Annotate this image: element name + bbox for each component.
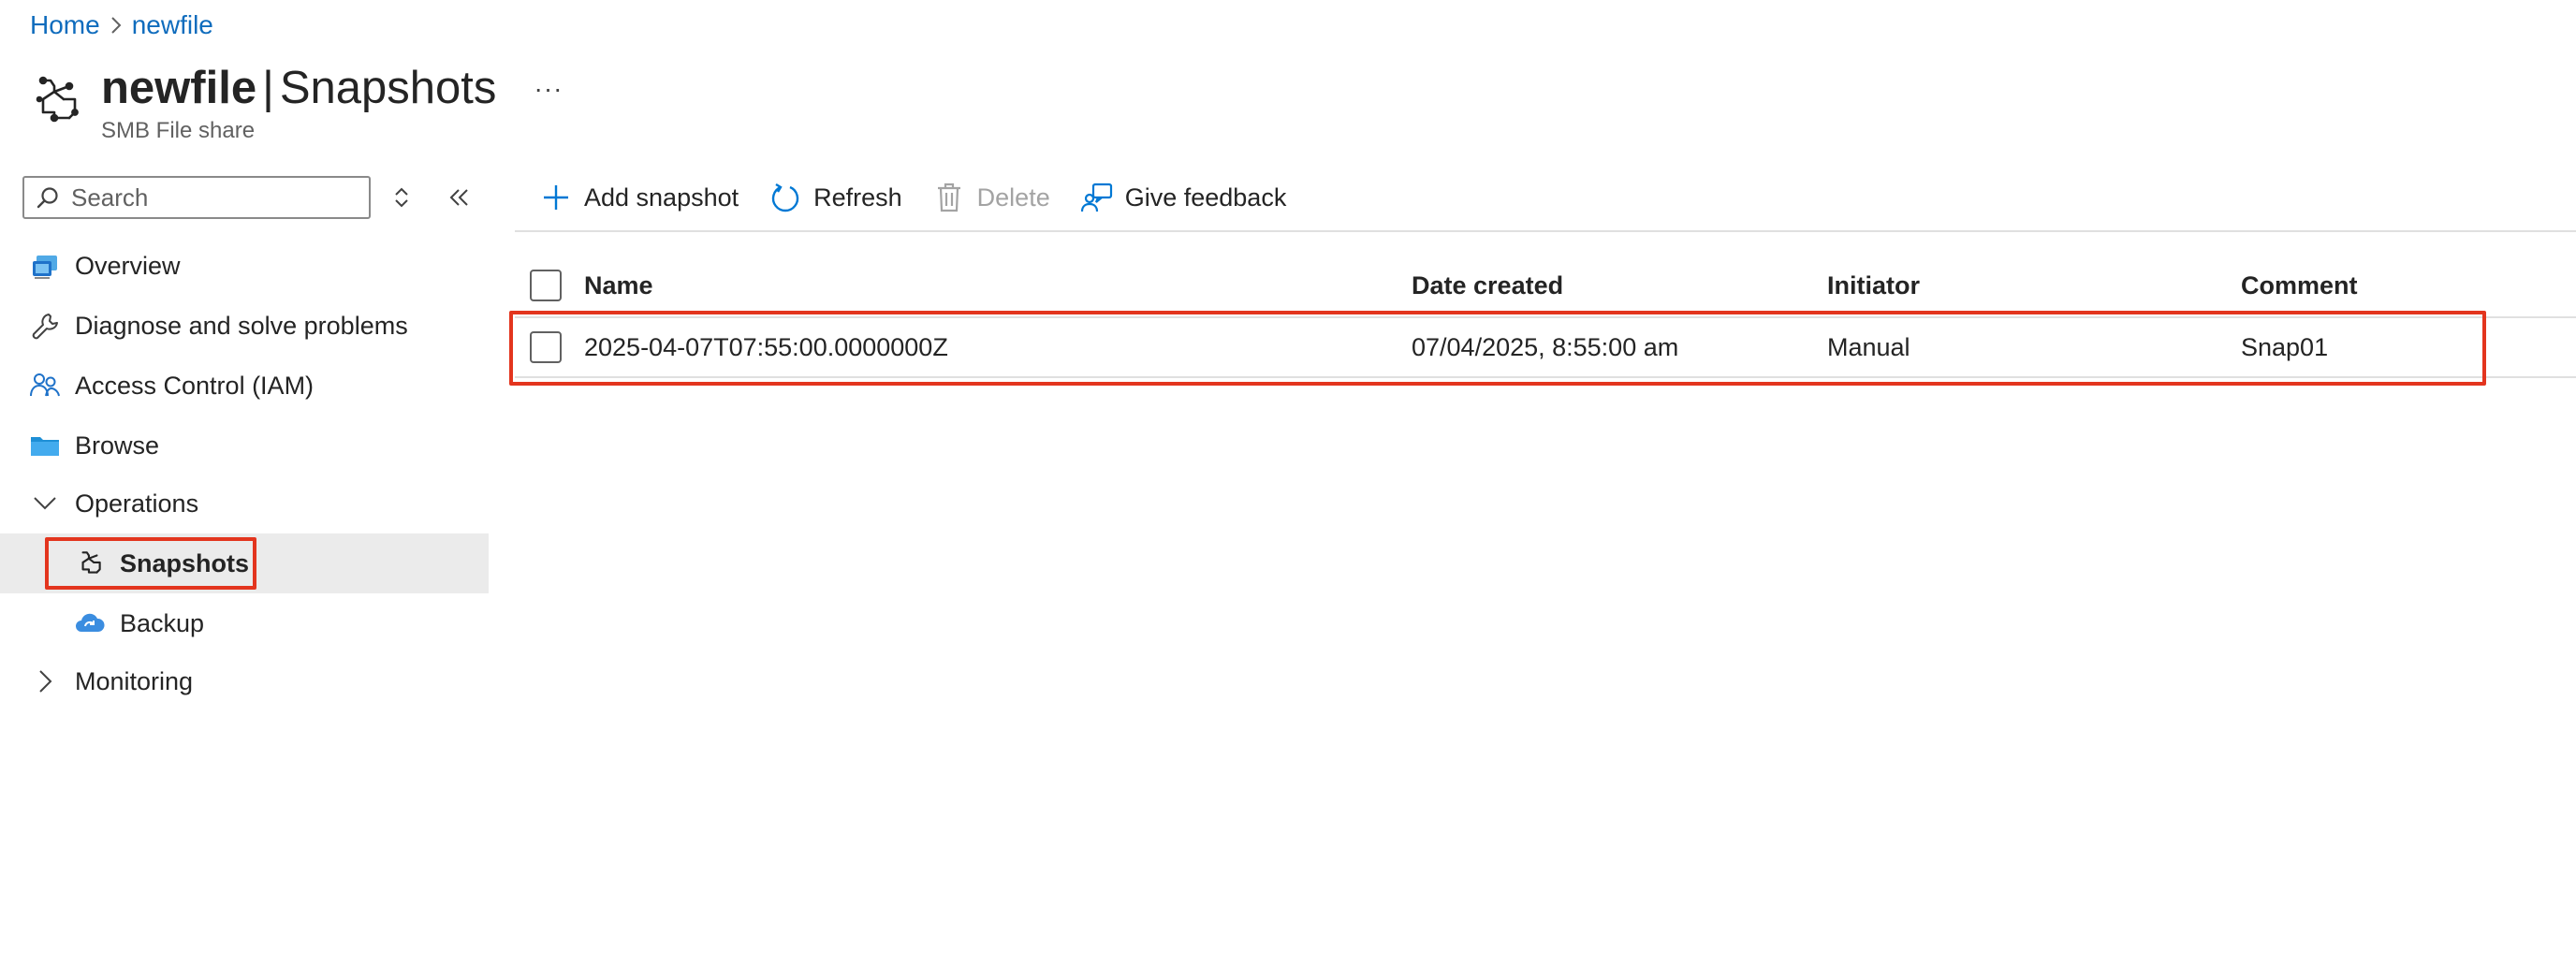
overview-icon — [28, 249, 62, 283]
breadcrumb-home-link[interactable]: Home — [30, 10, 100, 40]
trash-icon — [932, 181, 966, 214]
backup-cloud-icon — [73, 606, 107, 640]
refresh-label: Refresh — [813, 183, 902, 212]
sidebar-item-label: Backup — [120, 608, 205, 637]
collapse-sidebar-button[interactable] — [444, 183, 476, 212]
sidebar-item-backup[interactable]: Backup — [0, 593, 489, 653]
chevron-right-icon — [28, 665, 62, 698]
sidebar-group-monitoring[interactable]: Monitoring — [0, 651, 489, 711]
command-bar: Add snapshot Refresh Delete Give feedbac… — [539, 174, 1316, 221]
sidebar-item-label: Diagnose and solve problems — [75, 311, 408, 340]
select-all-checkbox[interactable] — [530, 270, 562, 301]
sidebar-item-label: Monitoring — [75, 666, 194, 695]
page-title-separator: | — [262, 63, 274, 113]
grid-header: Name Date created Initiator Comment — [515, 255, 2576, 318]
refresh-button[interactable]: Refresh — [768, 181, 902, 214]
breadcrumb-chevron-icon — [100, 16, 132, 35]
toolbar-divider — [515, 230, 2576, 232]
search-box[interactable] — [22, 176, 371, 219]
delete-button[interactable]: Delete — [932, 181, 1050, 214]
page-title-blade: Snapshots — [279, 63, 497, 113]
people-icon — [28, 369, 62, 402]
sidebar-item-label: Operations — [75, 489, 199, 518]
column-header-date-created[interactable]: Date created — [1412, 255, 1563, 316]
search-icon — [36, 185, 60, 210]
column-header-name[interactable]: Name — [584, 255, 653, 316]
wrench-icon — [28, 309, 62, 343]
sidebar-item-label: Overview — [75, 251, 181, 280]
sidebar-item-browse[interactable]: Browse — [0, 416, 489, 475]
sidebar-item-label: Access Control (IAM) — [75, 371, 315, 400]
page-title-resource: newfile — [101, 63, 257, 113]
delete-label: Delete — [976, 183, 1050, 212]
search-input[interactable] — [69, 182, 354, 213]
breadcrumb: Home newfile — [30, 9, 213, 41]
highlight-box-snapshots — [45, 537, 256, 590]
folder-icon — [28, 429, 62, 462]
column-header-comment[interactable]: Comment — [2241, 255, 2358, 316]
sidebar-item-label: Browse — [75, 431, 160, 460]
breadcrumb-resource-link[interactable]: newfile — [132, 10, 213, 40]
page-title: newfile | Snapshots — [101, 60, 496, 116]
updown-chevron-icon — [395, 187, 408, 208]
column-header-initiator[interactable]: Initiator — [1827, 255, 1920, 316]
highlight-box-snapshot-row — [509, 311, 2486, 386]
add-snapshot-label: Add snapshot — [584, 183, 739, 212]
give-feedback-button[interactable]: Give feedback — [1080, 181, 1287, 214]
sidebar-item-overview[interactable]: Overview — [0, 236, 489, 296]
sidebar-group-operations[interactable]: Operations — [0, 474, 489, 533]
chevron-down-icon — [28, 487, 62, 520]
sort-updown-button[interactable] — [388, 183, 416, 212]
more-options-button[interactable]: ··· — [530, 74, 567, 103]
sidebar-item-access-control[interactable]: Access Control (IAM) — [0, 356, 489, 416]
feedback-icon — [1080, 181, 1114, 214]
add-snapshot-button[interactable]: Add snapshot — [539, 181, 739, 214]
snapshot-icon — [26, 71, 86, 131]
sidebar-item-diagnose[interactable]: Diagnose and solve problems — [0, 296, 489, 356]
page-subtitle: SMB File share — [101, 118, 256, 143]
plus-icon — [539, 181, 573, 214]
double-chevron-left-icon — [449, 189, 468, 206]
give-feedback-label: Give feedback — [1124, 183, 1287, 212]
refresh-icon — [768, 181, 802, 214]
